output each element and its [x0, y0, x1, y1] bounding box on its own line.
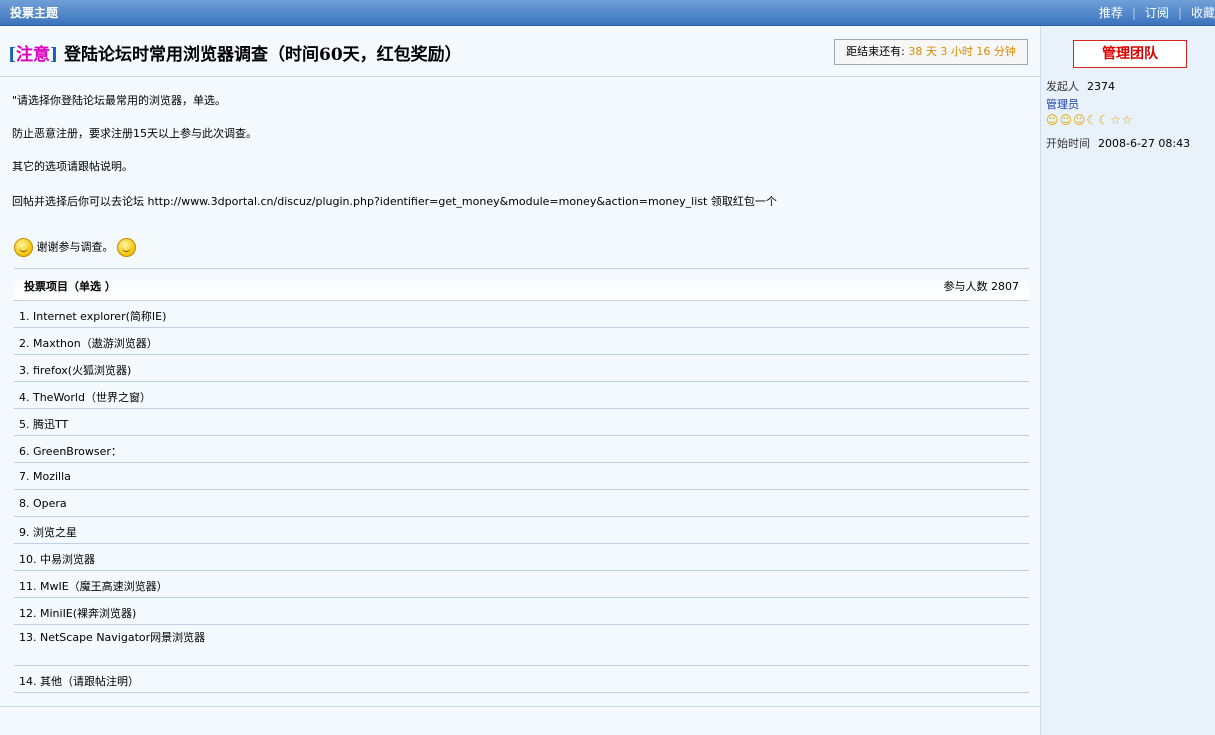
- notice-tag: 注意: [16, 45, 51, 65]
- admin-team-badge: 管理团队: [1073, 40, 1187, 68]
- title-text: 登陆论坛时常用浏览器调查（时间60天，红包奖励）: [64, 45, 462, 65]
- poll-option[interactable]: 4. TheWorld（世界之窗）: [14, 382, 1029, 409]
- rank-stars-icon: ☺☺☺☾☾☆☆: [1046, 113, 1134, 127]
- poll-option[interactable]: 14. 其他（请跟帖注明）: [14, 666, 1029, 693]
- subscribe-link[interactable]: 订阅: [1145, 6, 1169, 20]
- poll-option[interactable]: 11. MwIE（魔王高速浏览器）: [14, 571, 1029, 598]
- poll-option[interactable]: 3. firefox(火狐浏览器): [14, 355, 1029, 382]
- recommend-link[interactable]: 推荐: [1099, 6, 1123, 20]
- countdown-days: 38 天: [908, 45, 937, 58]
- starter-name[interactable]: 2374: [1087, 80, 1115, 93]
- starter-info: 发起人 2374: [1046, 80, 1115, 93]
- poll-participants: 参与人数 2807: [943, 280, 1020, 293]
- smiley-icon: [117, 238, 136, 257]
- poll-option[interactable]: 5. 腾迅TT: [14, 409, 1029, 436]
- poll-header-label: 投票项目（单选 ）: [24, 280, 116, 293]
- countdown-minutes: 16 分钟: [976, 45, 1016, 58]
- thread-title: [注意] 登陆论坛时常用浏览器调查（时间60天，红包奖励）: [8, 45, 462, 65]
- poll-option[interactable]: 8. Opera: [14, 490, 1029, 517]
- poll-option[interactable]: 13. NetScape Navigator网景浏览器: [14, 625, 1029, 666]
- poll-option[interactable]: 10. 中易浏览器: [14, 544, 1029, 571]
- post-paragraph: 防止恶意注册，要求注册15天以上参与此次调查。: [12, 127, 257, 140]
- divider: [0, 706, 1040, 707]
- topbar-actions: 推荐 | 订阅 | 收藏: [1098, 6, 1215, 20]
- poll-option[interactable]: 9. 浏览之星: [14, 517, 1029, 544]
- poll-header: 投票项目（单选 ） 参与人数 2807: [14, 268, 1029, 301]
- post-paragraph: 其它的选项请跟帖说明。: [12, 160, 133, 173]
- top-bar: 投票主题 推荐 | 订阅 | 收藏: [0, 0, 1215, 26]
- thanks-text: 谢谢参与调查。: [36, 240, 114, 254]
- topbar-title: 投票主题: [10, 6, 59, 20]
- thanks-line: 谢谢参与调查。: [14, 238, 136, 257]
- start-time-info: 开始时间 2008-6-27 08:43: [1046, 137, 1191, 150]
- main-content: [注意] 登陆论坛时常用浏览器调查（时间60天，红包奖励） 距结束还有: 38 …: [0, 26, 1041, 735]
- poll-option[interactable]: 12. MiniIE(裸奔浏览器): [14, 598, 1029, 625]
- poll-table: 投票项目（单选 ） 参与人数 2807 1. Internet explorer…: [14, 268, 1029, 693]
- post-paragraph: "请选择你登陆论坛最常用的浏览器，单选。: [12, 94, 227, 107]
- countdown-hours: 3 小时: [940, 45, 973, 58]
- poll-option[interactable]: 1. Internet explorer(简称IE): [14, 301, 1029, 328]
- post-paragraph-link: 回帖并选择后你可以去论坛 http://www.3dportal.cn/disc…: [12, 195, 777, 208]
- favorite-link[interactable]: 收藏: [1191, 6, 1215, 20]
- user-role: 管理员: [1046, 98, 1079, 111]
- smiley-icon: [14, 238, 33, 257]
- divider: [0, 76, 1040, 77]
- countdown-box: 距结束还有: 38 天 3 小时 16 分钟: [834, 39, 1028, 65]
- author-sidebar: 管理团队 发起人 2374 管理员 ☺☺☺☾☾☆☆ 开始时间 2008-6-27 0…: [1041, 26, 1215, 735]
- poll-option[interactable]: 6. GreenBrowser：: [14, 436, 1029, 463]
- poll-option[interactable]: 2. Maxthon（遨游浏览器）: [14, 328, 1029, 355]
- poll-option[interactable]: 7. Mozilla: [14, 463, 1029, 490]
